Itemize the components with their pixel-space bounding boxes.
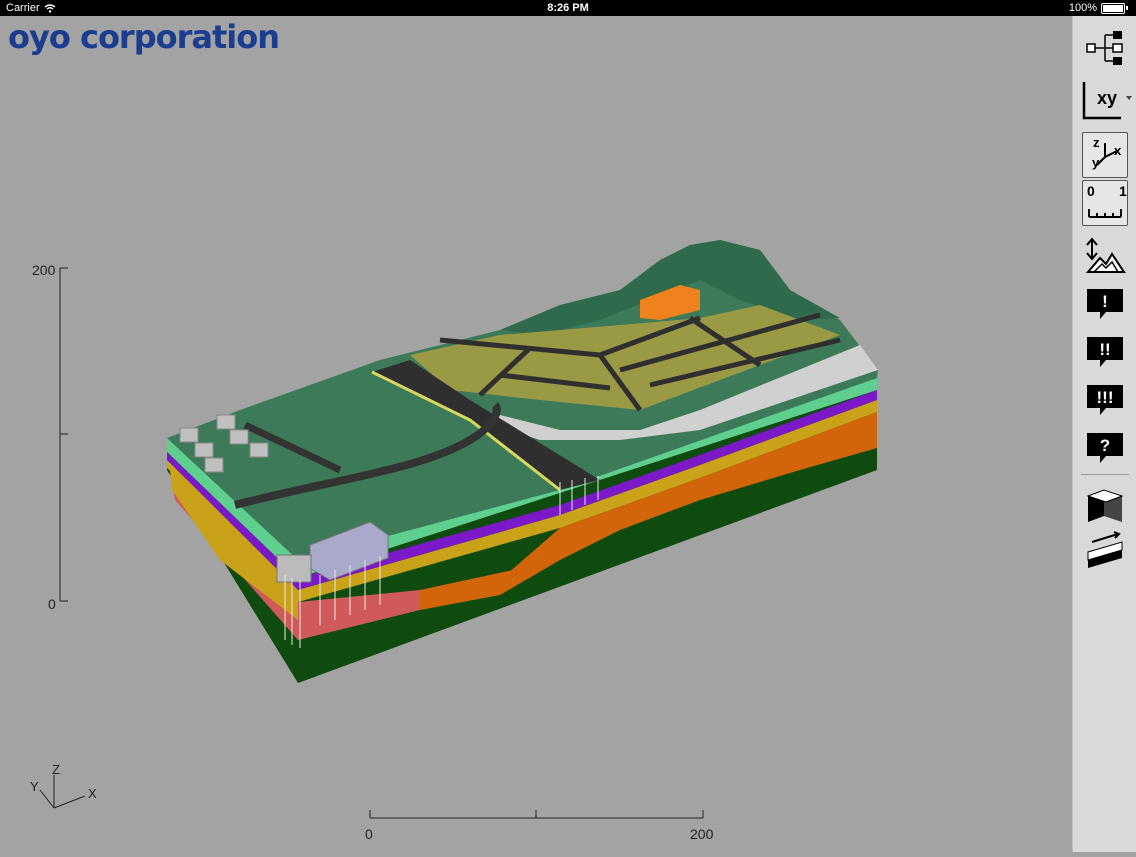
company-logo: oyo corporation: [8, 18, 280, 56]
alert-level-3-button[interactable]: !!!: [1081, 378, 1129, 422]
clock: 8:26 PM: [547, 2, 589, 14]
3d-viewport[interactable]: 200 0 0 200 Z Y X: [0, 16, 1072, 852]
gizmo-x: x: [1114, 143, 1122, 158]
axis-triad: [39, 775, 86, 809]
axis-z-label: Z: [52, 762, 60, 777]
right-toolbar: xy z x y 0 1 ! !! !!! ?: [1072, 16, 1136, 852]
slice-arrow-icon: [1087, 531, 1123, 568]
toolbar-divider: [1081, 474, 1129, 475]
battery-group: 100%: [1069, 2, 1128, 14]
view-plane-dropdown[interactable]: xy: [1079, 78, 1133, 122]
model-canvas: [39, 240, 878, 819]
ruler-min: 0: [1087, 183, 1095, 199]
question-button[interactable]: ?: [1081, 426, 1129, 470]
z-scale-min: 0: [48, 596, 56, 612]
tree-view-button[interactable]: [1081, 26, 1129, 70]
cross-section-button[interactable]: [1081, 480, 1129, 524]
alert-2-label: !!: [1099, 340, 1111, 359]
z-scale-max: 200: [32, 262, 56, 278]
terrain-stretch-icon: [1085, 237, 1126, 273]
horizontal-scale-bar: [369, 810, 704, 819]
xy-label: xy: [1097, 88, 1118, 108]
status-bar: Carrier 8:26 PM 100%: [0, 0, 1136, 16]
gizmo-z: z: [1093, 135, 1100, 150]
alert-level-1-button[interactable]: !: [1081, 282, 1129, 326]
scale-bar-toggle-button[interactable]: 0 1: [1082, 180, 1128, 226]
axis-toggle-button[interactable]: z x y: [1082, 132, 1128, 178]
slice-move-button[interactable]: [1081, 528, 1129, 572]
alert-1-label: !: [1102, 292, 1108, 311]
hierarchy-icon: [1086, 31, 1123, 65]
factory-annex: [276, 554, 312, 583]
battery-icon: [1101, 2, 1125, 14]
axis-y-label: Y: [30, 779, 39, 794]
axis-x-label: X: [88, 786, 97, 801]
vertical-exaggeration-button[interactable]: [1081, 234, 1129, 278]
ruler-max: 1: [1119, 183, 1127, 199]
alert-level-2-button[interactable]: !!: [1081, 330, 1129, 374]
gizmo-y: y: [1092, 155, 1100, 170]
battery-percent: 100%: [1068, 2, 1097, 14]
x-scale-min: 0: [365, 826, 373, 842]
alert-3-label: !!!: [1096, 388, 1114, 407]
question-label: ?: [1099, 436, 1111, 455]
layers-section-icon: [1086, 489, 1124, 522]
vertical-scale-bar: [59, 267, 68, 602]
x-scale-max: 200: [690, 826, 714, 842]
battery-tip: [1126, 6, 1128, 10]
